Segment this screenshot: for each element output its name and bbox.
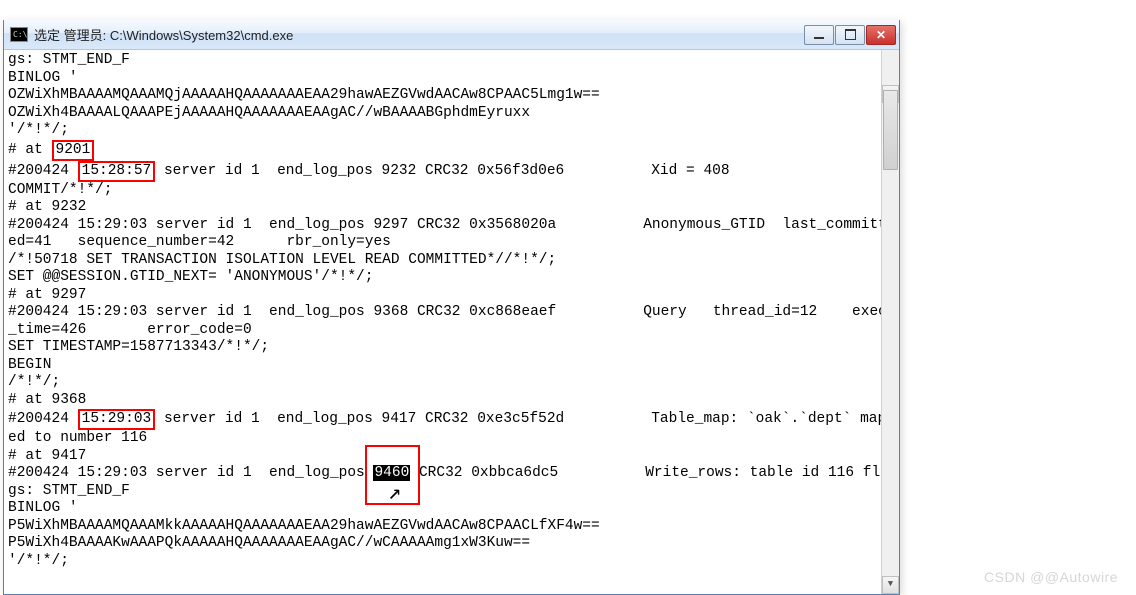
console-line: SET TIMESTAMP=1587713343/*!*/; <box>8 339 899 357</box>
titlebar[interactable]: C:\. 选定 管理员: C:\Windows\System32\cmd.exe… <box>4 20 899 50</box>
console-line: SET @@SESSION.GTID_NEXT= 'ANONYMOUS'/*!*… <box>8 269 899 287</box>
window-controls: ✕ <box>804 25 896 45</box>
console-line: P5WiXhMBAAAAMQAAAMkkAAAAAHQAAAAAAAEAA29h… <box>8 518 899 536</box>
console-line: #200424 15:29:03 server id 1 end_log_pos… <box>8 304 899 322</box>
console-line: gs: STMT_END_F <box>8 483 899 501</box>
console-line: # at 9201 <box>8 140 899 161</box>
cmd-window: C:\. 选定 管理员: C:\Windows\System32\cmd.exe… <box>3 20 900 595</box>
console-line: /*!*/; <box>8 374 899 392</box>
highlight-box-at-9201: 9201 <box>52 140 95 161</box>
cmd-icon: C:\. <box>10 27 28 42</box>
console-line: BEGIN <box>8 357 899 375</box>
window-title: 选定 管理员: C:\Windows\System32\cmd.exe <box>34 25 798 44</box>
watermark: CSDN @@Autowire <box>984 569 1118 585</box>
minimize-button[interactable] <box>804 25 834 45</box>
console-line: /*!50718 SET TRANSACTION ISOLATION LEVEL… <box>8 252 899 270</box>
highlight-box-152903: 15:29:03 <box>78 409 156 430</box>
console-line: #200424 15:29:03 server id 1 end_log_pos… <box>8 217 899 235</box>
console-line: #200424 15:28:57 server id 1 end_log_pos… <box>8 161 899 182</box>
maximize-button[interactable] <box>835 25 865 45</box>
console-line: # at 9417 <box>8 448 899 466</box>
console-line: _time=426 error_code=0 <box>8 322 899 340</box>
console-line: P5WiXh4BAAAAKwAAAPQkAAAAAHQAAAAAAAEAAgAC… <box>8 535 899 553</box>
console-line: OZWiXh4BAAAALQAAAPEjAAAAAHQAAAAAAAEAAgAC… <box>8 105 899 123</box>
highlight-box-152857: 15:28:57 <box>78 161 156 182</box>
console-line: #200424 15:29:03 server id 1 end_log_pos… <box>8 465 899 483</box>
console-line: ed=41 sequence_number=42 rbr_only=yes <box>8 234 899 252</box>
console-line: # at 9297 <box>8 287 899 305</box>
close-button[interactable]: ✕ <box>866 25 896 45</box>
console-line: BINLOG ' <box>8 70 899 88</box>
selected-text: 9460 <box>373 465 410 481</box>
scroll-down-button[interactable]: ▼ <box>882 576 899 594</box>
console-output[interactable]: gs: STMT_END_FBINLOG 'OZWiXhMBAAAAMQAAAM… <box>4 50 899 594</box>
vertical-scrollbar[interactable]: ▲ ▼ <box>881 50 899 594</box>
console-line: '/*!*/; <box>8 553 899 571</box>
console-line: # at 9232 <box>8 199 899 217</box>
console-line: ed to number 116 <box>8 430 899 448</box>
console-line: '/*!*/; <box>8 122 899 140</box>
scroll-thumb[interactable] <box>883 90 898 170</box>
console-line: #200424 15:29:03 server id 1 end_log_pos… <box>8 409 899 430</box>
console-line: COMMIT/*!*/; <box>8 182 899 200</box>
console-line: OZWiXhMBAAAAMQAAAMQjAAAAAHQAAAAAAAEAA29h… <box>8 87 899 105</box>
console-line: gs: STMT_END_F <box>8 52 899 70</box>
console-line: # at 9368 <box>8 392 899 410</box>
console-line: BINLOG ' <box>8 500 899 518</box>
